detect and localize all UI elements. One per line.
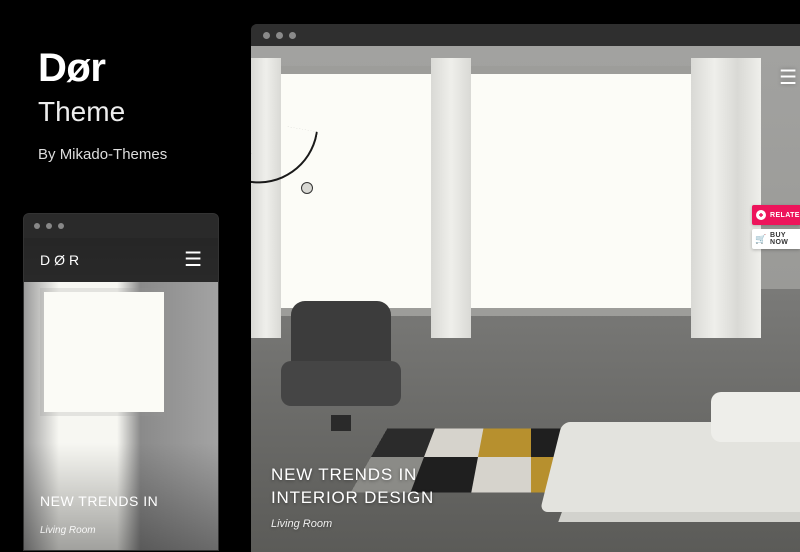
by-prefix: By [38,146,60,163]
site-logo[interactable]: DØR [40,252,83,268]
hamburger-icon[interactable]: ☰ [184,250,202,270]
desktop-browser-chrome [251,24,800,46]
floor-lamp [251,126,311,216]
buy-now-label: BUY NOW [770,232,794,246]
hero-headline-line2: INTERIOR DESIGN [271,488,434,507]
desktop-preview-frame: ☰ NEW TRENDS IN INTERIOR DESIGN Living R… [251,24,800,552]
traffic-light-dot [263,32,270,39]
traffic-light-dot [34,223,40,229]
mobile-viewport: DØR ☰ NEW TRENDS IN Living Room [24,238,218,550]
mobile-site-header: DØR ☰ [24,238,218,282]
bed [571,352,800,522]
desktop-hero-text: NEW TRENDS IN INTERIOR DESIGN Living Roo… [271,464,434,530]
product-subtitle: Theme [38,96,167,128]
mobile-preview-frame: DØR ☰ NEW TRENDS IN Living Room [23,213,219,551]
product-author-line: By Mikado-Themes [38,146,167,163]
room-window [44,292,164,412]
product-author[interactable]: Mikado-Themes [60,146,168,163]
room-window-right [456,66,706,316]
armchair [281,301,401,421]
hero-headline-line1: NEW TRENDS IN [271,465,417,484]
side-action-badges: RELATED 🛒 BUY NOW [752,205,800,249]
mobile-hero-text: NEW TRENDS IN Living Room [40,493,158,536]
traffic-light-dot [58,223,64,229]
product-title: Dør [38,48,167,88]
buy-now-button[interactable]: 🛒 BUY NOW [752,229,800,249]
hero-headline: NEW TRENDS IN [40,493,158,509]
hero-category: Living Room [40,525,158,536]
curtain [431,58,471,338]
curtain [691,58,761,338]
related-label: RELATED [770,212,800,219]
cart-icon: 🛒 [756,234,766,244]
mobile-browser-chrome [24,214,218,238]
related-button[interactable]: RELATED [752,205,800,225]
hero-headline: NEW TRENDS IN INTERIOR DESIGN [271,464,434,510]
desktop-viewport: ☰ NEW TRENDS IN INTERIOR DESIGN Living R… [251,46,800,552]
product-info: Dør Theme By Mikado-Themes [38,48,167,163]
hamburger-icon[interactable]: ☰ [779,68,797,88]
traffic-light-dot [289,32,296,39]
related-icon [756,210,766,220]
traffic-light-dot [46,223,52,229]
traffic-light-dot [276,32,283,39]
hero-category: Living Room [271,518,434,530]
